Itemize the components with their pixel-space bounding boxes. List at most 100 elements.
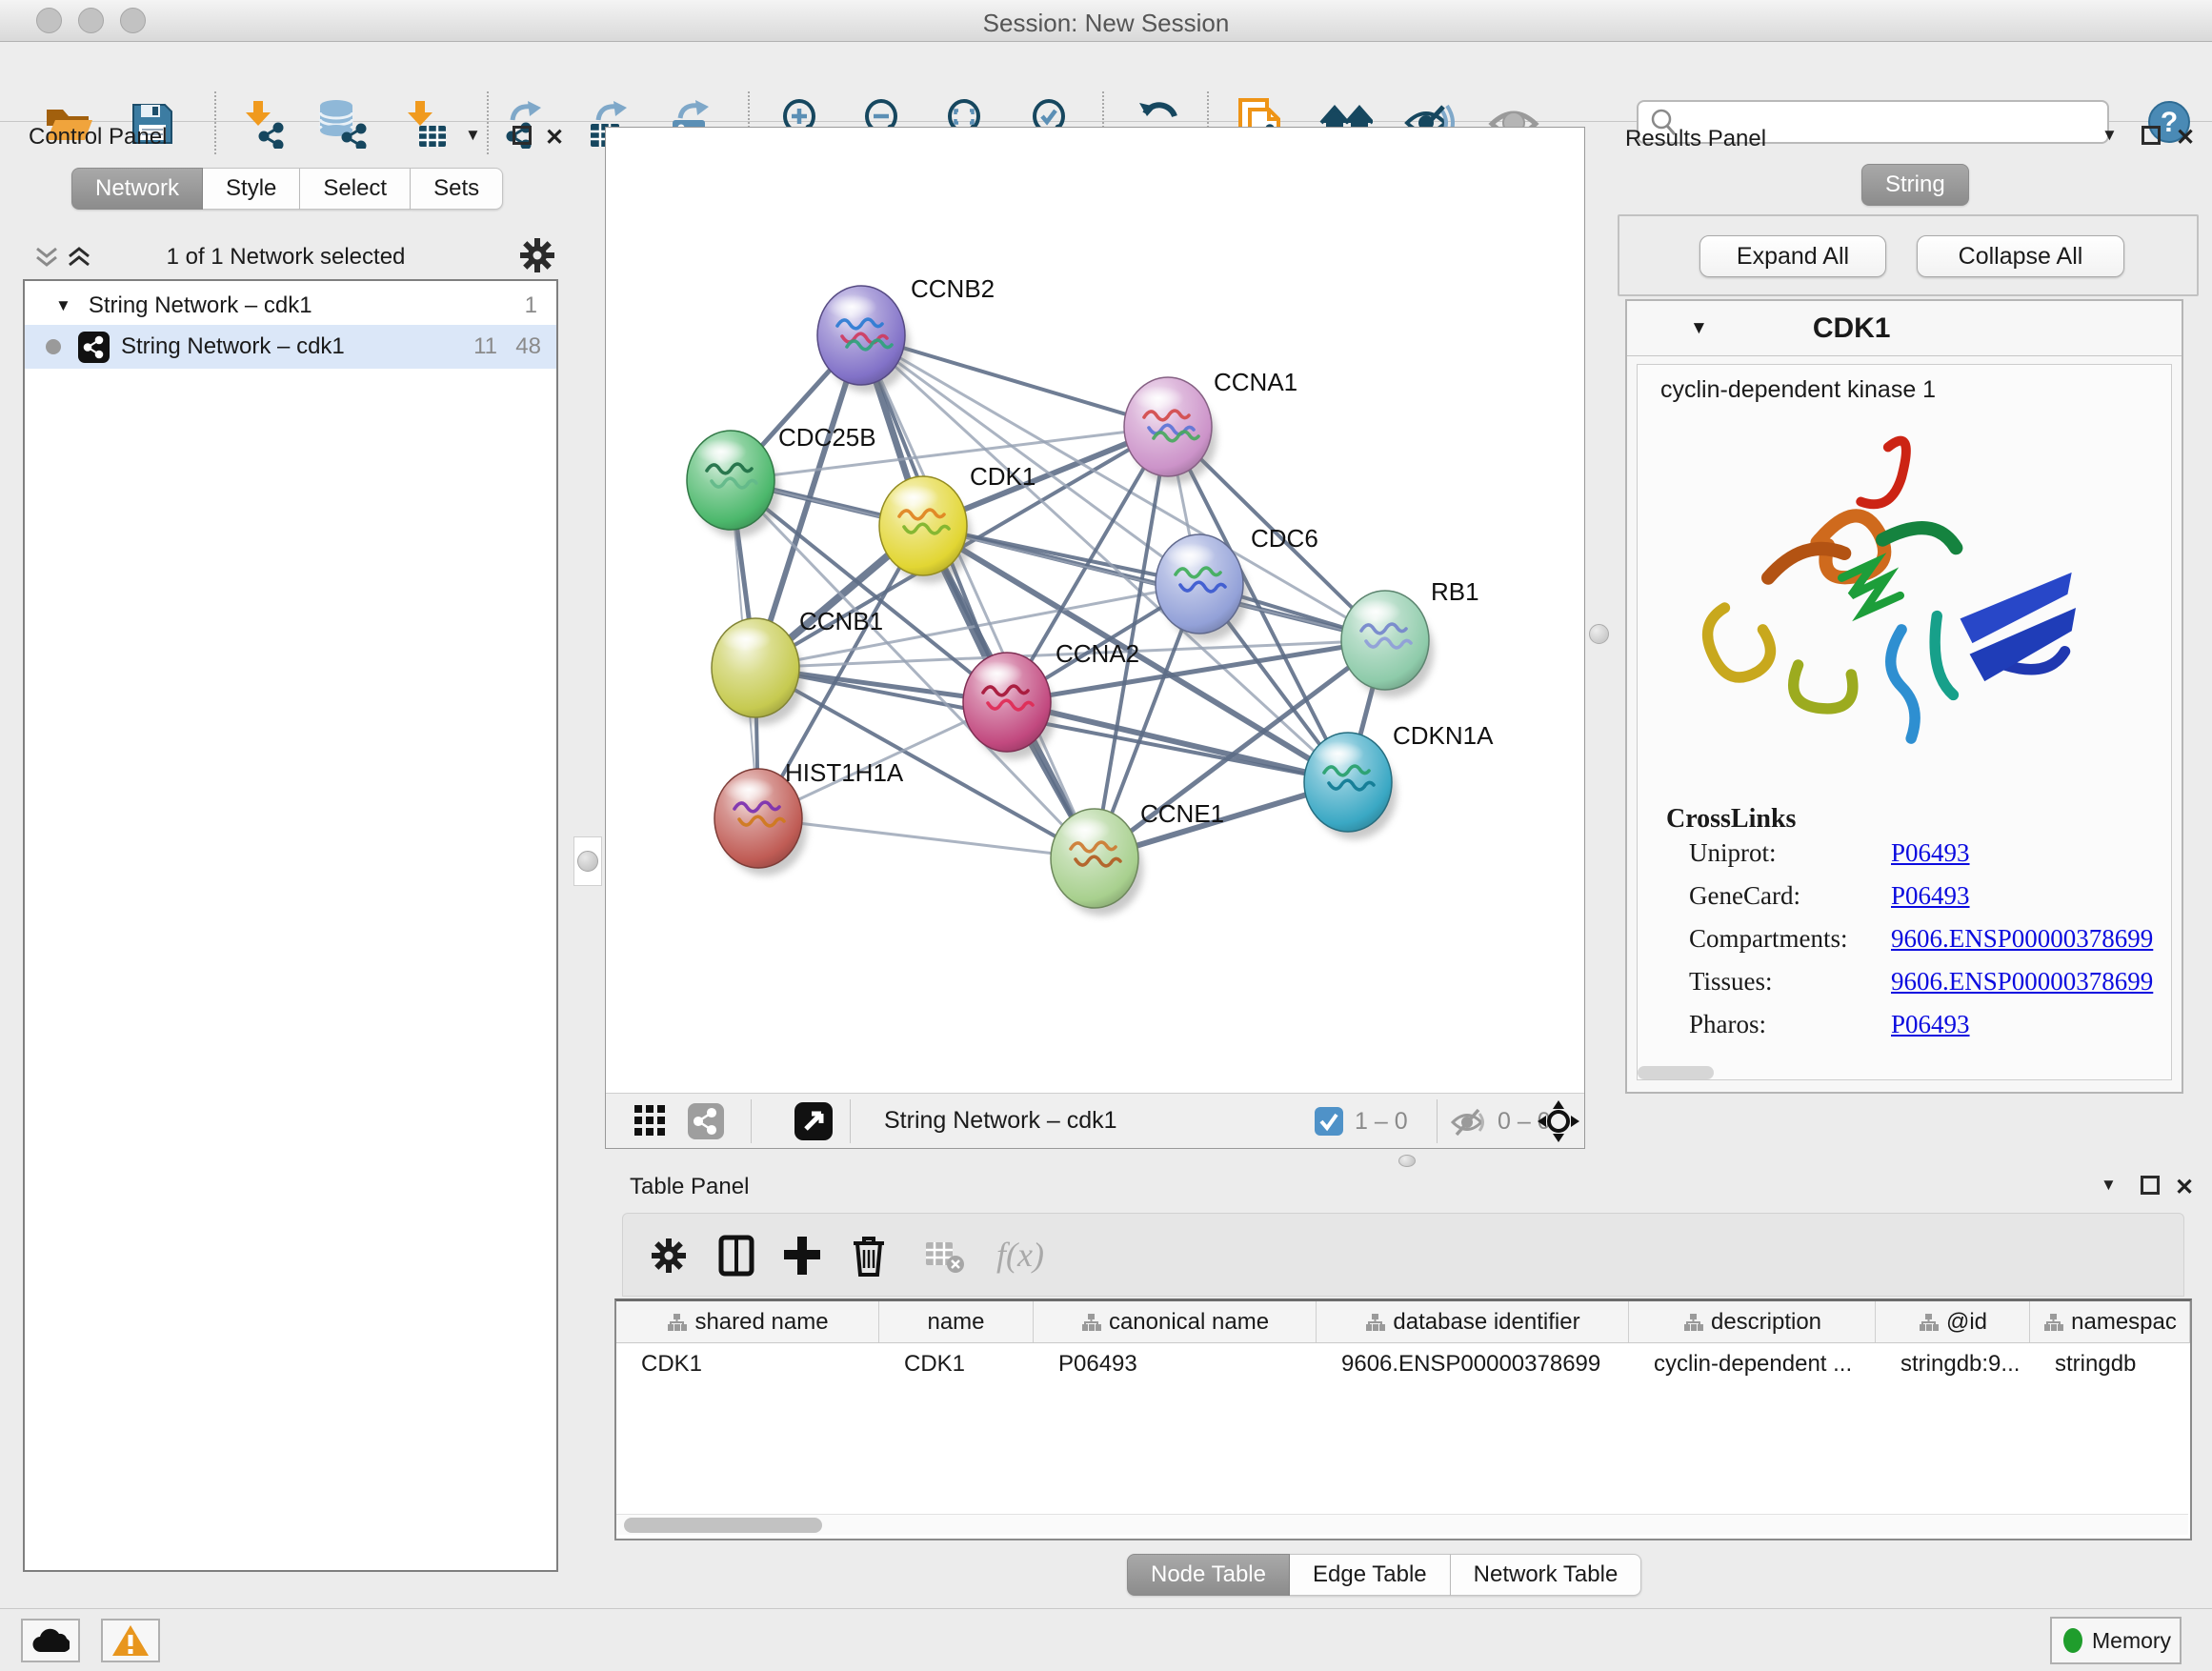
tab-sets[interactable]: Sets	[411, 168, 503, 210]
table-panel-close-icon[interactable]: ✕	[2175, 1174, 2194, 1201]
control-panel: Control Panel ▼ ✕ NetworkStyleSelectSets…	[0, 124, 572, 1608]
show-columns-icon[interactable]	[718, 1235, 754, 1277]
crosslink-row: Tissues:9606.ENSP00000378699	[1689, 967, 2171, 997]
title-bar: Session: New Session	[0, 0, 2212, 42]
crosslink-link[interactable]: 9606.ENSP00000378699	[1891, 924, 2153, 954]
node-CDKN1A[interactable]	[1304, 733, 1397, 839]
tab-edge-table[interactable]: Edge Table	[1290, 1554, 1451, 1596]
column-header-namespac[interactable]: namespac	[2030, 1301, 2190, 1342]
tab-select[interactable]: Select	[300, 168, 411, 210]
tab-style[interactable]: Style	[203, 168, 300, 210]
table-panel-float-icon[interactable]	[2141, 1176, 2160, 1195]
birdseye-grid-icon[interactable]	[634, 1105, 667, 1137]
control-panel-close-icon[interactable]: ✕	[545, 124, 564, 151]
crosslink-row: Compartments:9606.ENSP00000378699	[1689, 924, 2171, 954]
results-hscrollbar-thumb[interactable]	[1638, 1066, 1714, 1079]
left-splitter-handle[interactable]	[573, 836, 602, 886]
fit-crosshair-icon[interactable]	[1538, 1100, 1579, 1142]
expand-all-networks-icon[interactable]	[67, 246, 91, 269]
tab-network-table[interactable]: Network Table	[1451, 1554, 1642, 1596]
node-CCNA1[interactable]	[1124, 377, 1217, 484]
network-collection-row[interactable]: ▼ String Network – cdk1 1	[25, 281, 556, 325]
crosslink-link[interactable]: P06493	[1891, 881, 1970, 911]
network-selection-status: 1 of 1 Network selected	[105, 244, 467, 271]
tab-node-table[interactable]: Node Table	[1127, 1554, 1290, 1596]
network-share-icon[interactable]	[688, 1103, 724, 1139]
delete-column-trash-icon[interactable]	[852, 1234, 886, 1278]
tree-expand-icon[interactable]: ▼	[55, 296, 71, 315]
hidden-eye-icon	[1450, 1106, 1488, 1138]
edit-column-icon[interactable]	[1918, 1312, 1939, 1333]
table-cell[interactable]: stringdb:9...	[1876, 1343, 2030, 1385]
separator	[850, 1099, 851, 1143]
right-splitter-handle[interactable]	[1585, 610, 1612, 657]
column-header-description[interactable]: description	[1629, 1301, 1876, 1342]
crosslink-label: Pharos:	[1689, 1010, 1891, 1039]
table-cell[interactable]: 9606.ENSP00000378699	[1317, 1343, 1629, 1385]
cloud-button[interactable]	[21, 1619, 80, 1662]
entry-header[interactable]: ▼ CDK1	[1627, 301, 2182, 356]
column-header-name[interactable]: name	[879, 1301, 1034, 1342]
add-column-icon[interactable]	[783, 1235, 821, 1277]
control-panel-collapse-icon[interactable]: ▼	[465, 126, 481, 145]
tab-network[interactable]: Network	[71, 168, 203, 210]
node-CDC6[interactable]	[1156, 534, 1248, 641]
network-canvas[interactable]: CCNB2CCNA1CDC25BCDK1CDC6RB1CCNB1CCNA2CDK…	[606, 128, 1584, 1093]
column-header-@id[interactable]: @id	[1876, 1301, 2030, 1342]
node-RB1[interactable]	[1341, 591, 1434, 697]
table-hscrollbar[interactable]	[616, 1514, 2188, 1535]
warnings-button[interactable]	[101, 1619, 160, 1662]
edit-column-icon[interactable]	[1682, 1312, 1703, 1333]
column-header-database-identifier[interactable]: database identifier	[1317, 1301, 1629, 1342]
crosslink-link[interactable]: P06493	[1891, 1010, 1970, 1039]
node-CCNB2[interactable]	[817, 286, 910, 393]
selected-checkbox-icon[interactable]	[1315, 1107, 1343, 1136]
fx-equation-icon[interactable]: f(x)	[996, 1235, 1044, 1275]
results-panel-float-icon[interactable]	[2142, 126, 2161, 145]
edit-column-icon[interactable]	[1364, 1312, 1385, 1333]
node-CCNE1[interactable]	[1051, 809, 1143, 916]
table-cell[interactable]: CDK1	[879, 1343, 1034, 1385]
collection-label: String Network – cdk1	[89, 292, 312, 319]
entry-collapse-icon[interactable]: ▼	[1690, 318, 1708, 339]
table-cell[interactable]: stringdb	[2030, 1343, 2190, 1385]
node-label-CDK1: CDK1	[970, 462, 1036, 491]
table-panel-collapse-icon[interactable]: ▼	[2101, 1176, 2117, 1195]
open-in-window-icon[interactable]	[794, 1102, 833, 1140]
edit-column-icon[interactable]	[2042, 1312, 2063, 1333]
table-cell[interactable]: P06493	[1034, 1343, 1317, 1385]
column-label: database identifier	[1393, 1309, 1579, 1336]
table-cell[interactable]: cyclin-dependent ...	[1629, 1343, 1876, 1385]
expand-all-button[interactable]: Expand All	[1699, 235, 1886, 277]
column-label: shared name	[694, 1309, 828, 1336]
crosslink-link[interactable]: 9606.ENSP00000378699	[1891, 967, 2153, 997]
delete-table-icon[interactable]	[924, 1240, 966, 1275]
protein-structure-image	[1676, 417, 2095, 798]
network-row-selected[interactable]: String Network – cdk1 11 48	[25, 325, 556, 369]
collapse-all-networks-icon[interactable]	[34, 246, 59, 269]
main-toolbar: ?	[0, 42, 2212, 122]
tab-string[interactable]: String	[1861, 164, 1969, 206]
table-row[interactable]: CDK1CDK1P064939606.ENSP00000378699cyclin…	[616, 1343, 2190, 1385]
control-panel-float-icon[interactable]	[513, 126, 532, 145]
table-cell[interactable]: CDK1	[616, 1343, 879, 1385]
edit-column-icon[interactable]	[1080, 1312, 1101, 1333]
memory-button[interactable]: Memory	[2050, 1617, 2182, 1664]
collapse-all-button[interactable]: Collapse All	[1917, 235, 2124, 277]
network-options-gear-icon[interactable]	[518, 236, 556, 274]
sphere-highlight	[972, 661, 1023, 686]
edit-column-icon[interactable]	[666, 1312, 687, 1333]
horizontal-splitter-handle[interactable]	[1393, 1153, 1421, 1168]
column-header-canonical-name[interactable]: canonical name	[1034, 1301, 1317, 1342]
crosslink-link[interactable]: P06493	[1891, 838, 1970, 868]
results-panel-collapse-icon[interactable]: ▼	[2101, 126, 2118, 145]
node-CDC25B[interactable]	[687, 431, 779, 537]
table-hscrollbar-thumb[interactable]	[624, 1518, 822, 1533]
node-CDK1[interactable]	[879, 476, 972, 583]
table-gear-icon[interactable]	[650, 1237, 688, 1275]
column-header-shared-name[interactable]: shared name	[616, 1301, 879, 1342]
node-CCNA2[interactable]	[963, 653, 1056, 759]
results-panel-close-icon[interactable]: ✕	[2176, 124, 2195, 151]
column-label: name	[927, 1309, 984, 1336]
edge-CCNE1-HIST1H1A[interactable]	[758, 818, 1095, 858]
